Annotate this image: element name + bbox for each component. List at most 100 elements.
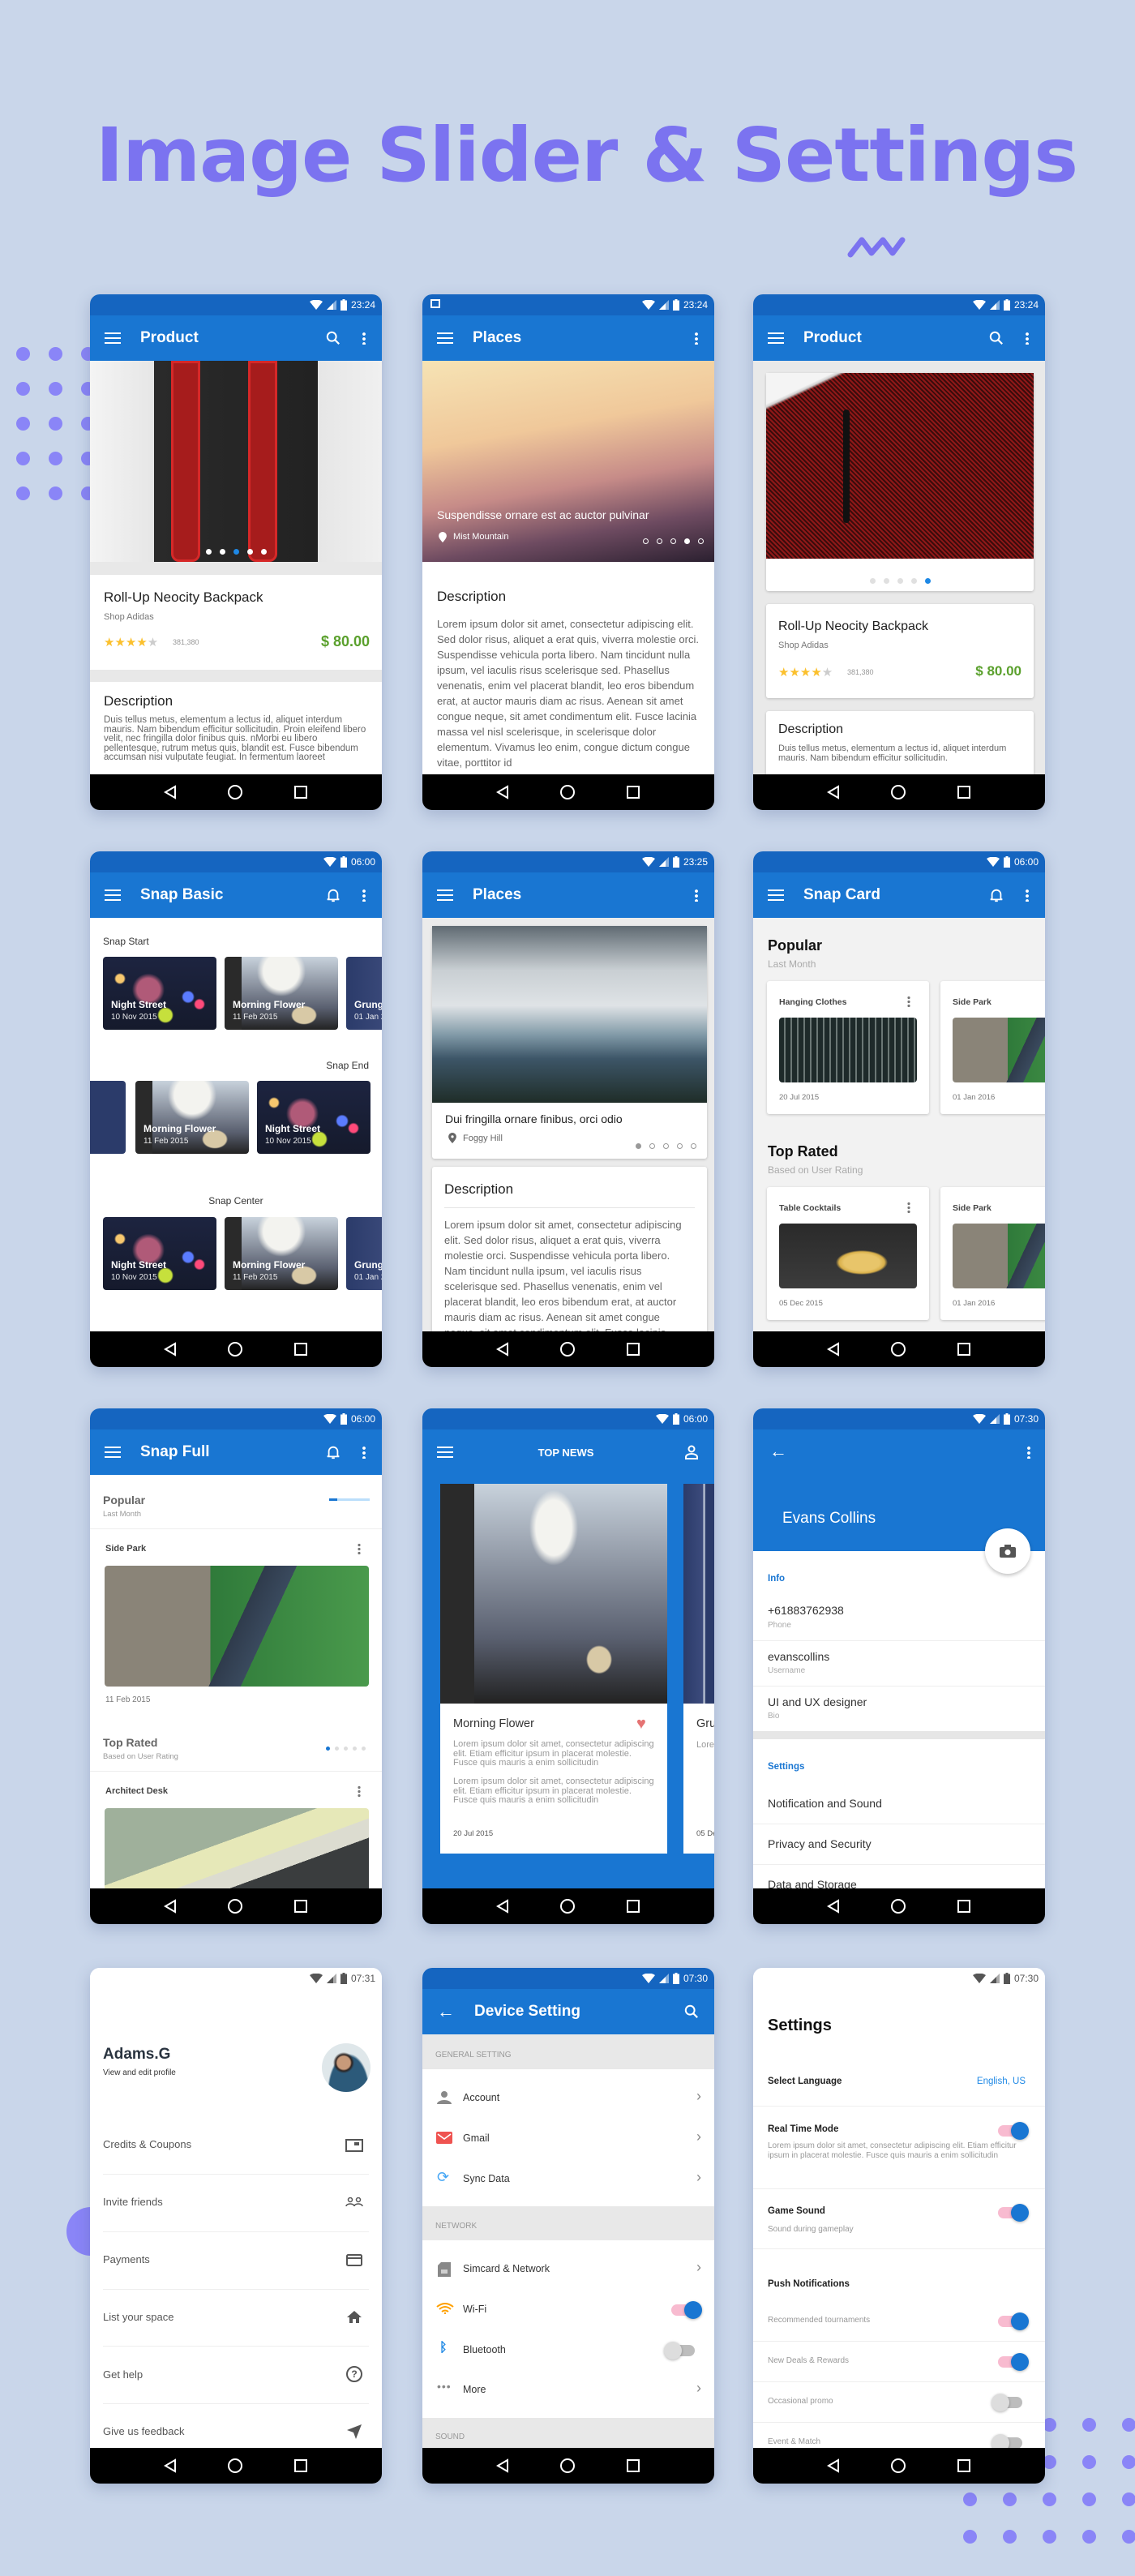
home-circle-icon[interactable] xyxy=(559,1341,576,1357)
snap-card[interactable]: Morning Flower 11 Feb 2015 xyxy=(135,1081,249,1154)
snap-card[interactable]: Night Street 10 Nov 2015 xyxy=(103,957,216,1030)
more-vert-icon[interactable] xyxy=(351,325,377,351)
menu-icon[interactable] xyxy=(768,332,784,344)
setting-more[interactable]: More xyxy=(463,2384,486,2395)
more-vert-icon[interactable] xyxy=(907,996,910,1007)
more-vert-icon[interactable] xyxy=(1014,882,1040,908)
back-arrow-icon[interactable]: ← xyxy=(437,2001,455,2022)
home-circle-icon[interactable] xyxy=(227,1898,243,1914)
bell-icon[interactable] xyxy=(983,882,1009,908)
news-card[interactable]: Morning Flower ♥ Lorem ipsum dolor sit a… xyxy=(440,1484,667,1854)
home-circle-icon[interactable] xyxy=(559,1898,576,1914)
notif-event-toggle[interactable] xyxy=(992,2434,1022,2452)
wifi-toggle[interactable] xyxy=(671,2301,702,2319)
menu-icon[interactable] xyxy=(768,889,784,901)
recents-square-icon[interactable] xyxy=(626,2458,640,2473)
more-vert-icon[interactable] xyxy=(907,1202,910,1213)
more-vert-icon[interactable] xyxy=(358,1543,361,1554)
menu-icon[interactable] xyxy=(105,1447,121,1458)
notif-deals-toggle[interactable] xyxy=(998,2353,1029,2371)
game-sound-toggle[interactable] xyxy=(998,2204,1029,2222)
snap-card[interactable]: Morning Flower 11 Feb 2015 xyxy=(225,957,338,1030)
back-triangle-icon[interactable] xyxy=(827,785,840,799)
menu-item-help[interactable]: Get help xyxy=(103,2368,143,2381)
bio-value[interactable]: UI and UX designer xyxy=(768,1695,867,1708)
more-vert-icon[interactable] xyxy=(351,1439,377,1465)
back-arrow-icon[interactable]: ← xyxy=(769,1441,787,1462)
back-triangle-icon[interactable] xyxy=(164,1899,177,1914)
recents-square-icon[interactable] xyxy=(957,1899,971,1914)
home-circle-icon[interactable] xyxy=(890,1898,906,1914)
bell-icon[interactable] xyxy=(320,1439,346,1465)
snap-card[interactable]: Grunge01 Jan 2016 xyxy=(346,957,382,1030)
setting-sync[interactable]: Sync Data xyxy=(463,2173,510,2184)
foggy-hill-image[interactable] xyxy=(432,926,707,1103)
back-triangle-icon[interactable] xyxy=(496,1342,509,1357)
notif-promo-toggle[interactable] xyxy=(992,2394,1022,2411)
snap-card[interactable]: Side Park 01 Jan 2016 xyxy=(940,981,1045,1114)
recents-square-icon[interactable] xyxy=(957,2458,971,2473)
menu-item-list-space[interactable]: List your space xyxy=(103,2311,173,2323)
recents-square-icon[interactable] xyxy=(293,2458,308,2473)
phone-value[interactable]: +61883762938 xyxy=(768,1604,844,1617)
home-circle-icon[interactable] xyxy=(559,784,576,800)
more-vert-icon[interactable] xyxy=(683,882,709,908)
recents-square-icon[interactable] xyxy=(293,1899,308,1914)
backpack-zipper-image[interactable] xyxy=(766,373,1034,559)
more-vert-icon[interactable] xyxy=(1027,1446,1030,1459)
more-vert-icon[interactable] xyxy=(358,1785,361,1797)
bell-icon[interactable] xyxy=(320,882,346,908)
menu-item-feedback[interactable]: Give us feedback xyxy=(103,2425,184,2437)
news-card-next[interactable]: Gru Lore 05 De xyxy=(683,1484,714,1854)
username-value[interactable]: evanscollins xyxy=(768,1650,829,1663)
notif-recommended-toggle[interactable] xyxy=(998,2312,1029,2330)
menu-item-credits[interactable]: Credits & Coupons xyxy=(103,2138,191,2150)
home-circle-icon[interactable] xyxy=(227,1341,243,1357)
snap-card[interactable]: Table Cocktails 05 Dec 2015 xyxy=(767,1187,929,1320)
search-icon[interactable] xyxy=(679,1999,705,2025)
snap-card[interactable]: Side Park 01 Jan 2016 xyxy=(940,1187,1045,1320)
profile-icon[interactable] xyxy=(679,1439,705,1465)
back-triangle-icon[interactable] xyxy=(827,1342,840,1357)
recents-square-icon[interactable] xyxy=(626,1899,640,1914)
mist-mountain-image[interactable]: Suspendisse ornare est ac auctor pulvina… xyxy=(422,361,714,562)
back-triangle-icon[interactable] xyxy=(827,2458,840,2473)
snap-card[interactable]: Night Street 10 Nov 2015 xyxy=(103,1217,216,1290)
back-triangle-icon[interactable] xyxy=(164,785,177,799)
home-circle-icon[interactable] xyxy=(890,1341,906,1357)
home-circle-icon[interactable] xyxy=(227,784,243,800)
recents-square-icon[interactable] xyxy=(293,785,308,799)
heart-icon[interactable]: ♥ xyxy=(636,1715,646,1734)
menu-icon[interactable] xyxy=(437,332,453,344)
recents-square-icon[interactable] xyxy=(957,785,971,799)
menu-icon[interactable] xyxy=(437,1447,453,1458)
recents-square-icon[interactable] xyxy=(293,1342,308,1357)
more-vert-icon[interactable] xyxy=(683,325,709,351)
back-triangle-icon[interactable] xyxy=(496,785,509,799)
search-icon[interactable] xyxy=(320,325,346,351)
more-vert-icon[interactable] xyxy=(1014,325,1040,351)
language-value[interactable]: English, US xyxy=(977,2077,1026,2086)
home-circle-icon[interactable] xyxy=(890,784,906,800)
back-triangle-icon[interactable] xyxy=(496,2458,509,2473)
menu-item-invite[interactable]: Invite friends xyxy=(103,2196,163,2208)
snap-card[interactable]: Hanging Clothes 20 Jul 2015 xyxy=(767,981,929,1114)
bluetooth-toggle[interactable] xyxy=(664,2342,695,2360)
snap-card[interactable]: Morning Flower 11 Feb 2015 xyxy=(225,1217,338,1290)
setting-account[interactable]: Account xyxy=(463,2092,499,2103)
snap-card[interactable] xyxy=(90,1081,126,1154)
back-triangle-icon[interactable] xyxy=(164,1342,177,1357)
edit-profile-link[interactable]: View and edit profile xyxy=(103,2068,176,2077)
settings-item-notification[interactable]: Notification and Sound xyxy=(768,1797,882,1810)
backpack-image[interactable] xyxy=(90,361,382,562)
setting-gmail[interactable]: Gmail xyxy=(463,2132,490,2144)
menu-icon[interactable] xyxy=(105,889,121,901)
real-time-mode-toggle[interactable] xyxy=(998,2122,1029,2140)
more-vert-icon[interactable] xyxy=(351,882,377,908)
search-icon[interactable] xyxy=(983,325,1009,351)
avatar[interactable] xyxy=(322,2043,370,2092)
setting-simcard[interactable]: Simcard & Network xyxy=(463,2263,550,2274)
back-triangle-icon[interactable] xyxy=(827,1899,840,1914)
side-park-image[interactable] xyxy=(105,1566,369,1687)
settings-item-privacy[interactable]: Privacy and Security xyxy=(768,1837,872,1850)
